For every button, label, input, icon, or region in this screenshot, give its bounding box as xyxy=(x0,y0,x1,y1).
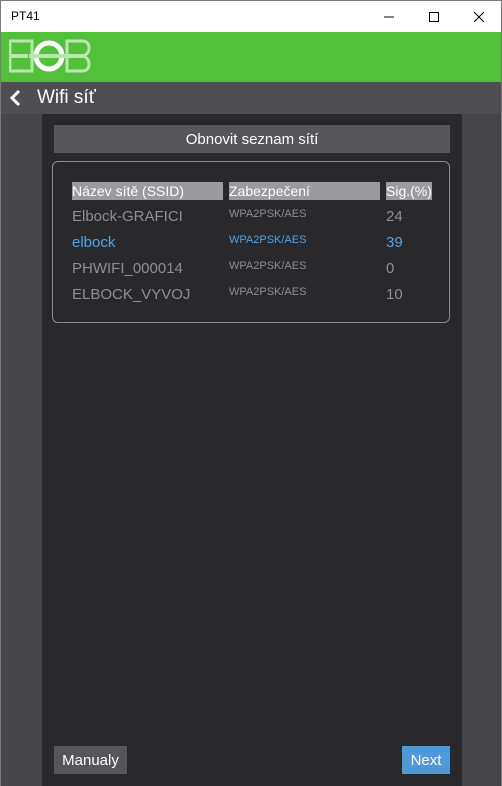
network-security: WPA2PSK/AES xyxy=(229,234,307,246)
refresh-networks-button[interactable]: Obnovit seznam sítí xyxy=(54,125,450,153)
network-row[interactable]: ELBOCK_VYVOJ WPA2PSK/AES 10 xyxy=(1,286,501,312)
app-window: PT41 Wifi síť Obnovit seznam sítí Název … xyxy=(0,0,502,786)
close-button[interactable] xyxy=(456,1,501,32)
brand-bar xyxy=(1,32,501,82)
column-header-signal: Sig.(%) xyxy=(386,182,432,200)
back-arrow-icon[interactable] xyxy=(7,89,25,107)
maximize-button[interactable] xyxy=(411,1,456,32)
network-row-selected[interactable]: elbock WPA2PSK/AES 39 xyxy=(1,234,501,260)
next-button[interactable]: Next xyxy=(402,746,450,774)
network-security: WPA2PSK/AES xyxy=(229,260,307,272)
close-icon xyxy=(473,11,484,22)
maximize-icon xyxy=(428,11,439,22)
network-row[interactable]: PHWIFI_000014 WPA2PSK/AES 0 xyxy=(1,260,501,286)
network-ssid: PHWIFI_000014 xyxy=(72,260,183,277)
network-security: WPA2PSK/AES xyxy=(229,286,307,298)
minimize-button[interactable] xyxy=(366,1,411,32)
title-bar: PT41 xyxy=(1,1,501,32)
nav-bar: Wifi síť xyxy=(1,82,501,114)
network-signal: 0 xyxy=(386,260,395,277)
manual-button[interactable]: Manualy xyxy=(54,746,127,774)
eob-logo-icon xyxy=(9,39,91,73)
network-row[interactable]: Elbock-GRAFICI WPA2PSK/AES 24 xyxy=(1,208,501,234)
column-header-ssid: Název sítě (SSID) xyxy=(72,182,223,200)
column-header-security: Zabezpečení xyxy=(229,182,380,200)
network-ssid: ELBOCK_VYVOJ xyxy=(72,286,191,303)
network-security: WPA2PSK/AES xyxy=(229,208,307,220)
network-ssid: elbock xyxy=(72,234,116,251)
window-title: PT41 xyxy=(11,9,40,23)
minimize-icon xyxy=(383,16,394,17)
network-signal: 39 xyxy=(386,234,403,251)
network-signal: 10 xyxy=(386,286,403,303)
page-title: Wifi síť xyxy=(37,87,96,108)
network-ssid: Elbock-GRAFICI xyxy=(72,208,183,225)
network-signal: 24 xyxy=(386,208,403,225)
